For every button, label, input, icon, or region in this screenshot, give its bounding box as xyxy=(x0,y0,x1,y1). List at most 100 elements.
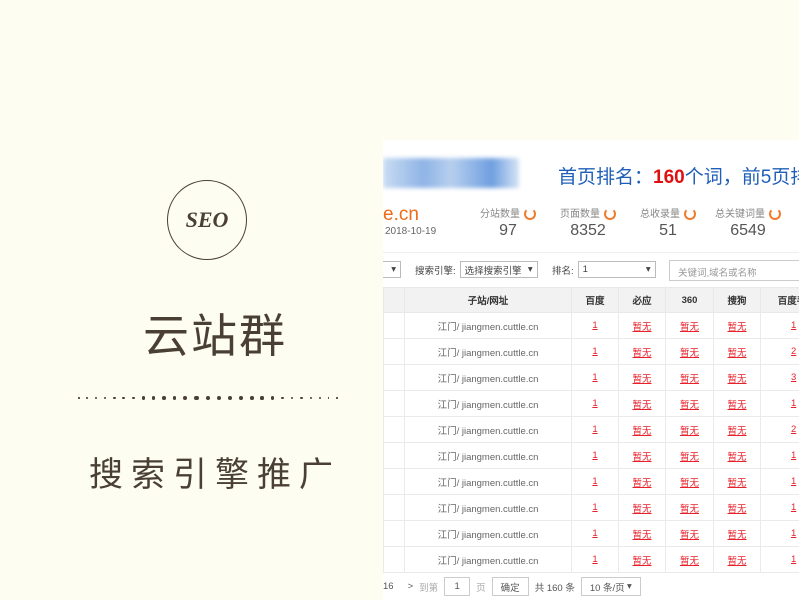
s360-rank-link[interactable]: 暂无 xyxy=(680,530,699,541)
baidu-rank-link[interactable]: 1 xyxy=(592,398,597,409)
sogou-rank-link[interactable]: 暂无 xyxy=(727,556,746,567)
col-header[interactable]: 搜狗 xyxy=(713,287,761,313)
s360-rank-link[interactable]: 暂无 xyxy=(680,478,699,489)
col-header[interactable]: 360 xyxy=(665,287,714,313)
confirm-button[interactable]: 确定 xyxy=(491,577,529,596)
baidu-rank-link[interactable]: 1 xyxy=(592,346,597,357)
stat-item: 总关键词量 6549 xyxy=(713,205,783,240)
sogou-rank-link[interactable]: 暂无 xyxy=(727,504,746,515)
refresh-icon[interactable] xyxy=(769,208,781,221)
s360-rank-link[interactable]: 暂无 xyxy=(680,322,699,333)
divider-dot xyxy=(183,395,188,401)
sogou-rank-link[interactable]: 暂无 xyxy=(727,322,746,333)
stat-item: 分站数量 97 xyxy=(473,205,543,240)
engine-label: 搜索引擎: xyxy=(415,265,456,277)
divider-dot xyxy=(260,396,264,400)
divider-dot xyxy=(318,397,321,399)
page-input[interactable]: 1 xyxy=(444,577,471,596)
sogou-rank-link[interactable]: 暂无 xyxy=(727,478,746,489)
name-cell xyxy=(383,338,405,365)
baidu-mobile-rank-link[interactable]: 1 xyxy=(791,450,796,461)
bing-rank-link[interactable]: 暂无 xyxy=(632,348,651,359)
baidu-rank-link[interactable]: 1 xyxy=(592,554,597,565)
baidu-mobile-rank-link[interactable]: 1 xyxy=(791,320,796,331)
table-row: 江门/ jiangmen.cuttle.cn 1 暂无 暂无 暂无 1 xyxy=(383,312,799,339)
name-cell xyxy=(383,468,405,495)
bing-rank-link[interactable]: 暂无 xyxy=(632,426,651,437)
divider-dot xyxy=(336,397,338,399)
goto-label: 到第 xyxy=(419,582,439,594)
s360-rank-link[interactable]: 暂无 xyxy=(680,556,699,567)
s360-rank-link[interactable]: 暂无 xyxy=(680,400,699,411)
headline: 首页排名：160个词，前5页排名 xyxy=(558,162,799,189)
baidu-mobile-rank-link[interactable]: 1 xyxy=(791,528,796,539)
col-header[interactable]: 必应 xyxy=(618,287,666,313)
sogou-rank-link[interactable]: 暂无 xyxy=(727,530,746,541)
baidu-rank-link[interactable]: 1 xyxy=(592,450,597,461)
refresh-icon[interactable] xyxy=(684,208,696,221)
bing-rank-link[interactable]: 暂无 xyxy=(632,504,651,515)
sogou-rank-link[interactable]: 暂无 xyxy=(727,348,746,359)
baidu-mobile-rank-link[interactable]: 2 xyxy=(791,346,796,357)
sogou-rank-link[interactable]: 暂无 xyxy=(727,400,746,411)
baidu-rank-link[interactable]: 1 xyxy=(592,372,597,383)
next-page-button[interactable]: > xyxy=(408,581,414,592)
search-input[interactable]: 关键词,域名或名称 xyxy=(669,260,799,281)
baidu-mobile-rank-link[interactable]: 3 xyxy=(791,372,796,383)
bing-rank-link[interactable]: 暂无 xyxy=(632,556,651,567)
s360-rank-link[interactable]: 暂无 xyxy=(680,348,699,359)
col-header[interactable]: 百度 xyxy=(571,287,619,313)
baidu-mobile-rank-link[interactable]: 1 xyxy=(791,476,796,487)
refresh-icon[interactable] xyxy=(604,208,616,221)
bing-rank-link[interactable]: 暂无 xyxy=(632,374,651,385)
table-row: 江门/ jiangmen.cuttle.cn 1 暂无 暂无 暂无 2 xyxy=(383,338,799,365)
name-cell xyxy=(383,546,405,573)
site-cell: 江门/ jiangmen.cuttle.cn xyxy=(404,312,572,339)
baidu-rank-link[interactable]: 1 xyxy=(592,502,597,513)
sogou-rank-link[interactable]: 暂无 xyxy=(727,426,746,437)
baidu-mobile-rank-link[interactable]: 2 xyxy=(791,424,796,435)
pagination: 16 > 到第 1 页 确定 共 160 条 10 条/页 ▾ xyxy=(383,577,641,596)
baidu-rank-link[interactable]: 1 xyxy=(592,320,597,331)
baidu-mobile-rank-link[interactable]: 1 xyxy=(791,554,796,565)
site-cell: 江门/ jiangmen.cuttle.cn xyxy=(404,546,572,573)
site-domain[interactable]: e.cn xyxy=(383,204,419,226)
bing-rank-link[interactable]: 暂无 xyxy=(632,478,651,489)
site-cell: 江门/ jiangmen.cuttle.cn xyxy=(404,390,572,417)
baidu-mobile-rank-link[interactable]: 1 xyxy=(791,502,796,513)
site-cell: 江门/ jiangmen.cuttle.cn xyxy=(404,338,572,365)
screenshot-panel: 首页排名：160个词，前5页排名 e.cn 2018-10-19 分站数量 97 页… xyxy=(383,140,799,600)
per-page-select[interactable]: 10 条/页 ▾ xyxy=(580,577,641,596)
s360-rank-link[interactable]: 暂无 xyxy=(680,504,699,515)
page-last[interactable]: 16 xyxy=(383,581,394,592)
baidu-rank-link[interactable]: 1 xyxy=(592,476,597,487)
filter-first[interactable]: ▾ xyxy=(383,261,401,278)
engine-select[interactable]: 选择搜索引擎 ▾ xyxy=(459,261,538,278)
sogou-rank-link[interactable]: 暂无 xyxy=(727,374,746,385)
baidu-mobile-rank-link[interactable]: 1 xyxy=(791,398,796,409)
stat-label: 页面数量 xyxy=(560,209,600,220)
site-cell: 江门/ jiangmen.cuttle.cn xyxy=(404,494,572,521)
bing-rank-link[interactable]: 暂无 xyxy=(632,452,651,463)
divider-dot xyxy=(162,396,166,400)
col-header[interactable]: 百度手 xyxy=(760,287,799,313)
sogou-rank-link[interactable]: 暂无 xyxy=(727,452,746,463)
baidu-rank-link[interactable]: 1 xyxy=(592,528,597,539)
bing-rank-link[interactable]: 暂无 xyxy=(632,530,651,541)
name-cell xyxy=(383,520,405,547)
s360-rank-link[interactable]: 暂无 xyxy=(680,426,699,437)
bing-rank-link[interactable]: 暂无 xyxy=(632,400,651,411)
headline-count: 160 xyxy=(653,167,685,188)
divider-dot xyxy=(172,396,177,400)
rank-select[interactable]: 1 ▾ xyxy=(577,261,656,278)
stat-value: 97 xyxy=(499,222,517,240)
bing-rank-link[interactable]: 暂无 xyxy=(632,322,651,333)
refresh-icon[interactable] xyxy=(524,208,536,221)
rank-label: 排名: xyxy=(552,265,574,277)
divider-dot xyxy=(132,396,135,400)
divider-dot xyxy=(290,396,294,400)
col-header[interactable]: 子站/网址 xyxy=(404,287,572,313)
s360-rank-link[interactable]: 暂无 xyxy=(680,374,699,385)
s360-rank-link[interactable]: 暂无 xyxy=(680,452,699,463)
baidu-rank-link[interactable]: 1 xyxy=(592,424,597,435)
